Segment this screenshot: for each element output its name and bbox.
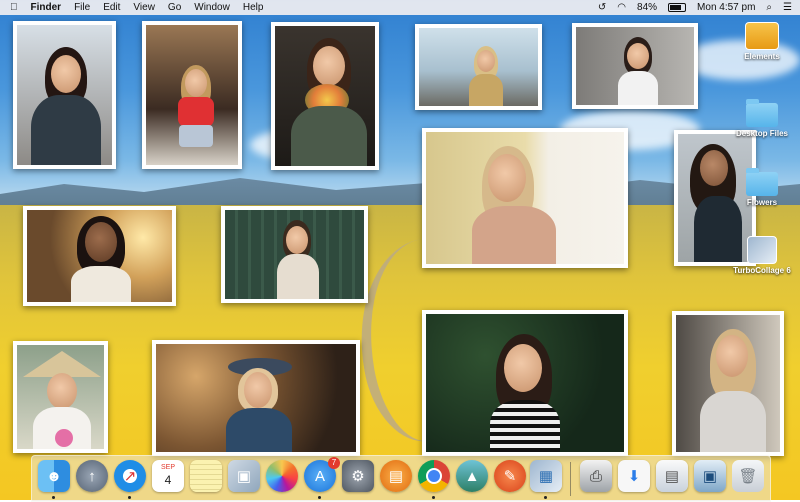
- dock-image-stack[interactable]: ▣: [694, 460, 726, 492]
- photo-2[interactable]: [142, 21, 242, 169]
- photo-8[interactable]: [23, 206, 176, 306]
- photo-12[interactable]: [422, 310, 628, 456]
- dock-trash[interactable]: 🗑: [732, 460, 764, 492]
- dock-finder[interactable]: ☻: [38, 460, 70, 492]
- spotlight-search-icon[interactable]: ⌕: [766, 2, 772, 13]
- desktop-icon-label: Elements: [744, 52, 780, 61]
- menu-help[interactable]: Help: [243, 0, 264, 15]
- dock-system-preferences[interactable]: ⚙: [342, 460, 374, 492]
- printer-icon: ⎙: [589, 467, 602, 485]
- pen-icon: ✎: [503, 468, 517, 485]
- dock-ibooks[interactable]: ▤: [380, 460, 412, 492]
- photo-4[interactable]: [415, 24, 542, 110]
- collage-icon: ▦: [538, 468, 554, 485]
- dock-notes[interactable]: [190, 460, 222, 492]
- chrome-icon: [426, 468, 442, 484]
- dock-chrome[interactable]: [418, 460, 450, 492]
- clock[interactable]: Mon 4:57 pm: [697, 2, 755, 13]
- appstore-badge: 7: [328, 457, 340, 469]
- apple-icon[interactable]: : [10, 2, 18, 13]
- photo-9[interactable]: [221, 206, 368, 303]
- dock-pen-app[interactable]: ✎: [494, 460, 526, 492]
- battery-percent[interactable]: 84%: [637, 2, 657, 13]
- desktop-icon-turbocollage[interactable]: TurboCollage 6: [727, 236, 797, 275]
- folder-icon: [746, 168, 778, 196]
- photo-1[interactable]: [13, 21, 116, 169]
- menu-edit[interactable]: Edit: [103, 0, 120, 15]
- menu-window[interactable]: Window: [194, 0, 230, 15]
- menu-file[interactable]: File: [74, 0, 90, 15]
- rocket-icon: ↑: [88, 467, 96, 485]
- photo-10[interactable]: [13, 341, 108, 453]
- dock-downloads-stack[interactable]: ⬇: [618, 460, 650, 492]
- desktop-icon-label: Desktop Files: [735, 129, 788, 138]
- dock: ☻ ↑ ↗ SEP 4 ▣ A 7 ⚙ ▤ ▲ ✎ ▦ ⎙ ⬇ ▤ ▣ 🗑: [31, 455, 771, 502]
- calendar-day: 4: [164, 473, 172, 487]
- calendar-month: SEP: [160, 464, 175, 471]
- photo-6[interactable]: [422, 128, 628, 268]
- dock-document-stack[interactable]: ⎙: [580, 460, 612, 492]
- gear-icon: ⚙: [351, 468, 365, 485]
- photo-stack-icon: ▣: [702, 468, 718, 485]
- desktop-icon-desktop-files[interactable]: Desktop Files: [727, 99, 797, 138]
- photo-13[interactable]: [672, 311, 784, 456]
- dock-screenshot-stack[interactable]: ▤: [656, 460, 688, 492]
- menu-app-name[interactable]: Finder: [31, 0, 62, 15]
- downloads-icon: ⬇: [627, 468, 641, 485]
- folder-icon: [746, 99, 778, 127]
- appstore-icon: A: [314, 467, 325, 485]
- app-icon: [747, 236, 777, 264]
- photo-11[interactable]: [152, 340, 360, 456]
- dock-photos[interactable]: [266, 460, 298, 492]
- desktop[interactable]: Elements Desktop Files Flowers TurboColl…: [0, 0, 800, 500]
- dock-launchpad[interactable]: ↑: [76, 460, 108, 492]
- dock-turbocollage[interactable]: ▦: [530, 460, 562, 492]
- trash-icon: 🗑: [738, 468, 758, 485]
- photo-3[interactable]: [271, 22, 379, 170]
- dock-separator: [570, 462, 571, 496]
- notification-center-icon[interactable]: ☰: [783, 2, 792, 13]
- disk-icon: [745, 22, 779, 50]
- stack-icon: ▤: [664, 468, 680, 485]
- dock-photo-app[interactable]: ▲: [456, 460, 488, 492]
- menu-bar:  Finder File Edit View Go Window Help ↺…: [0, 0, 800, 15]
- dock-preview[interactable]: ▣: [228, 460, 260, 492]
- compass-icon: ↗: [123, 468, 137, 485]
- finder-icon: ☻: [46, 467, 62, 485]
- desktop-icon-label: Flowers: [746, 198, 778, 207]
- desktop-icon-flowers[interactable]: Flowers: [727, 168, 797, 207]
- photo-5[interactable]: [572, 23, 698, 109]
- dock-safari[interactable]: ↗: [114, 460, 146, 492]
- dock-app-store[interactable]: A 7: [304, 457, 340, 492]
- wifi-icon[interactable]: ◠: [617, 2, 626, 13]
- landscape-icon: ▲: [464, 467, 480, 485]
- preview-icon: ▣: [236, 468, 252, 485]
- book-icon: ▤: [388, 468, 404, 485]
- menu-go[interactable]: Go: [168, 0, 181, 15]
- dock-calendar[interactable]: SEP 4: [152, 460, 184, 492]
- time-machine-icon[interactable]: ↺: [598, 2, 606, 13]
- menu-view[interactable]: View: [133, 0, 155, 15]
- desktop-icon-elements[interactable]: Elements: [727, 22, 797, 61]
- desktop-icon-label: TurboCollage 6: [733, 266, 791, 275]
- battery-icon[interactable]: [668, 3, 687, 12]
